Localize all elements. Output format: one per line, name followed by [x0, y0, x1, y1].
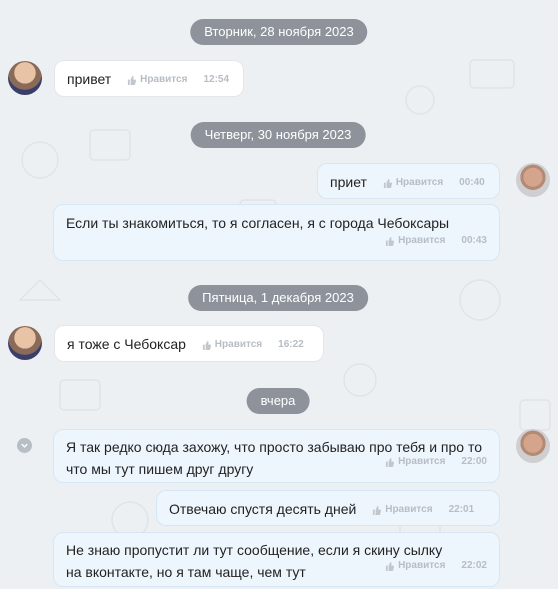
message-bubble[interactable]: приет Нравится 00:40	[317, 163, 500, 199]
message-meta: Нравится 00:40	[383, 172, 485, 194]
message-text: Если ты знакомиться, то я согласен, я с …	[66, 215, 450, 231]
message-meta: Нравится 12:54	[127, 69, 229, 91]
thumbs-up-icon[interactable]	[385, 457, 395, 467]
like-button[interactable]: Нравится	[140, 69, 187, 91]
avatar[interactable]	[516, 429, 550, 463]
date-separator: Пятница, 1 декабря 2023	[188, 285, 368, 311]
message-time: 22:01	[448, 504, 475, 516]
message-bubble[interactable]: я тоже с Чебоксар Нравится 16:22	[54, 325, 324, 362]
date-separator: вчера	[246, 388, 310, 414]
thumbs-up-icon[interactable]	[385, 236, 395, 246]
like-button[interactable]: Нравится	[215, 334, 262, 356]
avatar[interactable]	[8, 61, 42, 95]
message-meta: Нравится 22:01	[372, 499, 474, 521]
message-time: 22:02	[461, 560, 487, 571]
message-time: 12:54	[203, 74, 230, 86]
thumbs-up-icon[interactable]	[385, 561, 395, 571]
thumbs-up-icon[interactable]	[127, 75, 137, 85]
thumbs-up-icon[interactable]	[372, 505, 382, 515]
message-bubble[interactable]: Отвечаю спустя десять дней Нравится 22:0…	[156, 490, 500, 526]
thumbs-up-icon[interactable]	[383, 178, 392, 188]
message-bubble[interactable]: привет Нравится 12:54	[54, 60, 244, 97]
message-time: 16:22	[278, 339, 304, 351]
avatar[interactable]	[516, 163, 550, 197]
message-time: 00:40	[459, 177, 485, 189]
message-bubble[interactable]: Я так редко сюда захожу, что просто забы…	[53, 429, 500, 483]
message-meta: Нравится 22:02	[385, 555, 487, 577]
avatar[interactable]	[8, 326, 42, 360]
message-text: привет	[67, 71, 112, 87]
message-text: я тоже с Чебоксар	[67, 336, 186, 352]
message-meta: Нравится 22:00	[385, 451, 487, 473]
message-bubble[interactable]: Если ты знакомиться, то я согласен, я с …	[53, 204, 500, 261]
message-time: 22:00	[461, 456, 487, 467]
chevron-down-icon[interactable]	[17, 438, 32, 453]
like-button[interactable]: Нравится	[398, 555, 445, 577]
date-separator: Четверг, 30 ноября 2023	[190, 122, 366, 148]
like-button[interactable]: Нравится	[385, 499, 432, 521]
message-text: Отвечаю спустя десять дней	[169, 501, 357, 517]
message-text: приет	[330, 174, 367, 190]
like-button[interactable]: Нравится	[396, 172, 443, 194]
date-separator: Вторник, 28 ноября 2023	[190, 19, 368, 45]
like-button[interactable]: Нравится	[398, 451, 445, 473]
message-meta: Нравится 00:43	[385, 230, 487, 252]
message-time: 00:43	[461, 235, 487, 246]
message-meta: Нравится 16:22	[202, 334, 304, 356]
thumbs-up-icon[interactable]	[202, 340, 211, 350]
like-button[interactable]: Нравится	[398, 230, 445, 252]
message-bubble[interactable]: Не знаю пропустит ли тут сообщение, если…	[53, 532, 500, 587]
